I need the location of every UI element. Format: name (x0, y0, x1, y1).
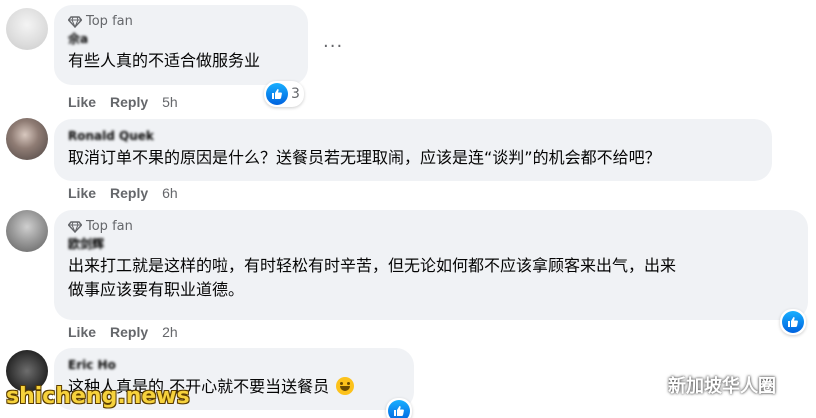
reply-button[interactable]: Reply (110, 94, 148, 110)
diamond-badge-icon (68, 15, 82, 28)
comment-actions: Like Reply 2h (68, 324, 178, 340)
author-name[interactable]: Ronald Quek (68, 129, 758, 144)
badge-label: Top fan (86, 219, 133, 234)
comment-bubble: Top fan 欧剑辉 出来打工就是这样的啦，有时轻松有时辛苦，但无论如何都不应… (54, 210, 808, 320)
comment-text-line-1: 出来打工就是这样的啦，有时轻松有时辛苦，但无论如何都不应该拿顾客来出气，出来 (68, 256, 677, 275)
reaction-count[interactable]: 3 (264, 81, 304, 107)
top-fan-badge: Top fan (68, 218, 794, 235)
reaction-count[interactable] (780, 309, 806, 335)
chat-bubble-icon (638, 375, 662, 394)
badge-label: Top fan (86, 14, 133, 29)
like-button[interactable]: Like (68, 185, 96, 201)
like-reaction-icon (782, 311, 804, 333)
author-name[interactable]: 欧剑辉 (68, 237, 794, 252)
like-reaction-icon (266, 83, 288, 105)
comment-text-line-2: 做事应该要有职业道德。 (68, 280, 245, 299)
reply-button[interactable]: Reply (110, 324, 148, 340)
diamond-badge-icon (68, 220, 82, 233)
like-button[interactable]: Like (68, 94, 96, 110)
timestamp[interactable]: 2h (162, 324, 178, 340)
comment-text: 取消订单不果的原因是什么？送餐员若无理取闹，应该是连“谈判”的机会都不给吧？ (68, 148, 661, 167)
more-options-icon[interactable]: ··· (323, 36, 343, 57)
comment-actions: Like Reply 5h (68, 94, 178, 110)
reaction-count[interactable] (386, 398, 412, 418)
watermark-channel-name: 新加坡华人圈 (668, 376, 776, 397)
author-name[interactable]: 佘a (68, 32, 294, 47)
reaction-number: 3 (291, 86, 300, 102)
avatar[interactable] (6, 118, 48, 160)
avatar[interactable] (6, 8, 48, 50)
comment-bubble: Ronald Quek 取消订单不果的原因是什么？送餐员若无理取闹，应该是连“谈… (54, 119, 772, 181)
top-fan-badge: Top fan (68, 13, 294, 30)
comment-actions: Like Reply 6h (68, 185, 178, 201)
reply-button[interactable]: Reply (110, 185, 148, 201)
author-name[interactable]: Eric Ho (68, 358, 400, 373)
comment-bubble: Top fan 佘a 有些人真的不适合做服务业 (54, 5, 308, 85)
watermark-shicheng: shicheng.news (6, 384, 190, 409)
timestamp[interactable]: 5h (162, 94, 178, 110)
avatar[interactable] (6, 210, 48, 252)
timestamp[interactable]: 6h (162, 185, 178, 201)
grinning-sweat-emoji-icon (336, 377, 355, 395)
like-reaction-icon (388, 400, 410, 418)
watermark-channel: 新加坡华人圈 (638, 372, 776, 398)
like-button[interactable]: Like (68, 324, 96, 340)
comment-text: 有些人真的不适合做服务业 (68, 51, 261, 70)
